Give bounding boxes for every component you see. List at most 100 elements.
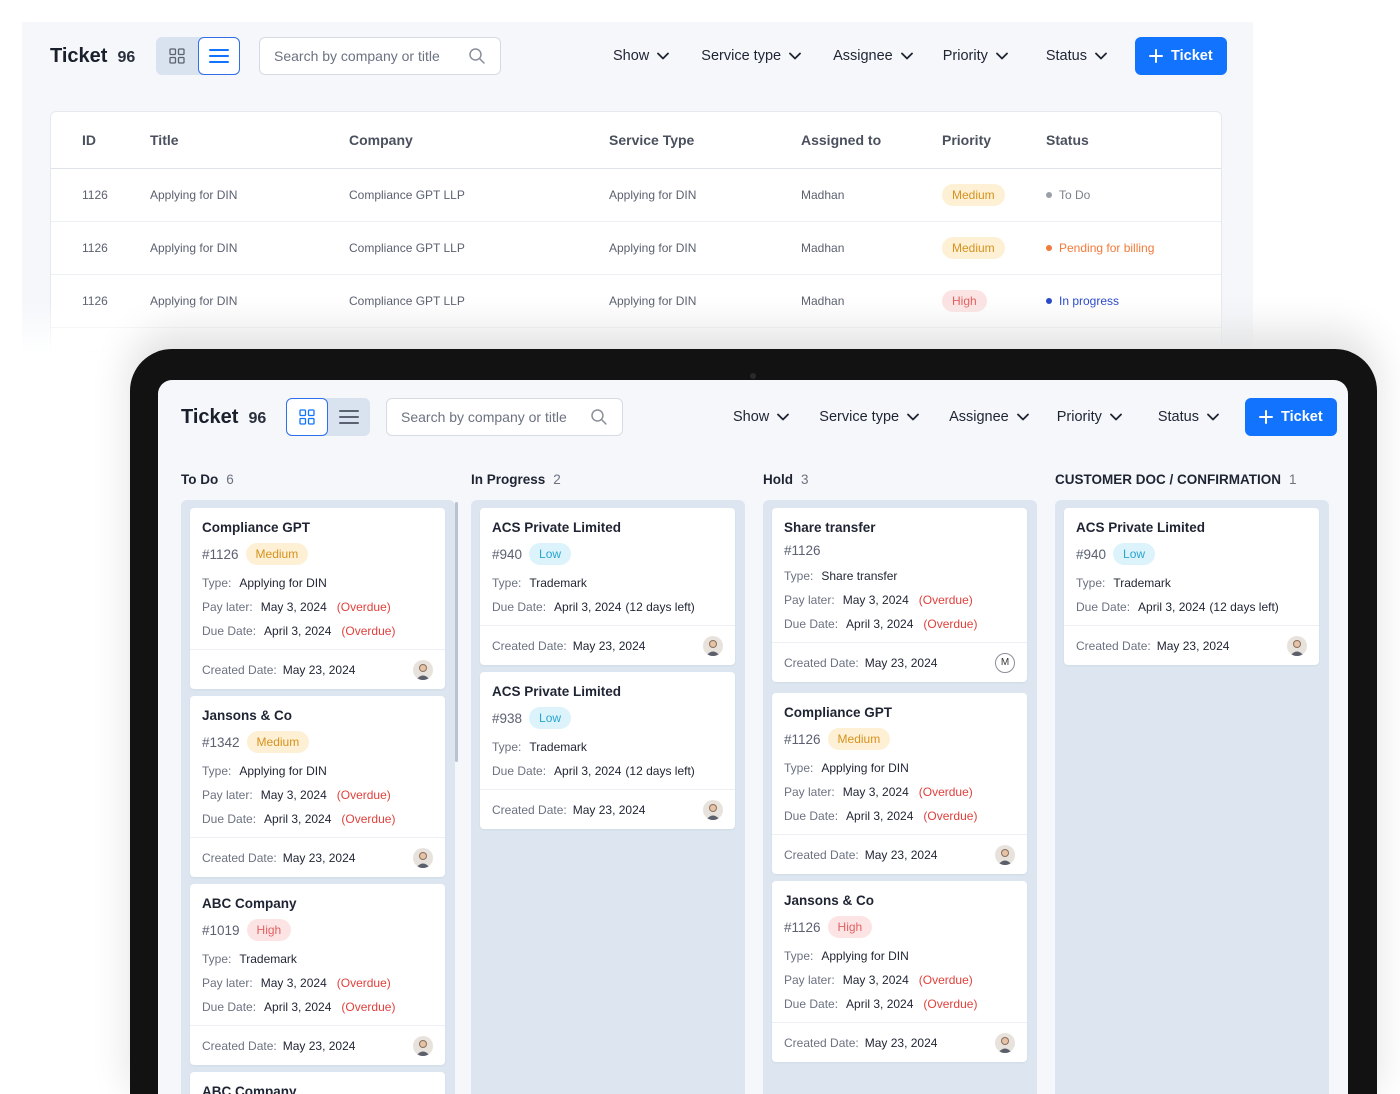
add-ticket-button[interactable]: Ticket	[1245, 398, 1337, 436]
chevron-down-icon	[657, 52, 670, 60]
created-date-label: Created Date:	[784, 847, 859, 862]
column-name: In Progress	[471, 472, 546, 487]
search-icon[interactable]	[468, 47, 486, 65]
ticket-card[interactable]: Share transfer #1126 Type: Share transfer…	[772, 508, 1027, 682]
filter-service-type[interactable]: Service type	[819, 409, 919, 425]
status-dot	[1046, 298, 1052, 304]
card-company: Jansons & Co	[784, 893, 875, 908]
filter-status[interactable]: Status	[1158, 409, 1219, 425]
card-created-date: May 23, 2024	[1156, 638, 1230, 653]
ticket-card[interactable]: ACS Private Limited #938 Low Type: Tradema…	[480, 672, 735, 829]
avatar[interactable]	[413, 847, 433, 868]
created-date-label: Created Date:	[492, 802, 567, 817]
ticket-count: 96	[248, 409, 267, 427]
card-due-date: April 3, 2024	[846, 617, 914, 631]
avatar[interactable]	[1287, 635, 1307, 656]
pay-later-label: Pay later:	[202, 976, 253, 990]
card-company: ACS Private Limited	[492, 684, 622, 699]
ticket-card[interactable]: ACS Private Limited #940 Low Type: Tradema…	[1064, 508, 1319, 665]
column-scrollbar[interactable]	[455, 502, 458, 762]
card-created-date: May 23, 2024	[864, 655, 938, 670]
type-label: Type:	[784, 761, 814, 775]
list-view-button[interactable]	[328, 398, 370, 436]
search-icon[interactable]	[590, 408, 608, 426]
card-due-date: April 3, 2024	[264, 1000, 332, 1014]
filter-service-type[interactable]: Service type	[701, 48, 801, 64]
avatar[interactable]	[995, 1032, 1015, 1053]
add-ticket-button[interactable]: Ticket	[1135, 37, 1227, 75]
filter-status[interactable]: Status	[1046, 48, 1107, 64]
table-row[interactable]: 1126 Applying for DIN Compliance GPT LLP…	[51, 275, 1221, 328]
ticket-card[interactable]: Compliance GPT #1126 Medium Type: Applying…	[190, 508, 445, 689]
type-label: Type:	[492, 740, 522, 754]
table-header-row: ID Title Company Service Type Assigned t…	[51, 112, 1221, 169]
card-id: #1126	[784, 543, 821, 558]
ticket-card[interactable]: Compliance GPT #1126 Medium Type: Applying…	[772, 693, 1027, 874]
grid-icon	[299, 409, 315, 425]
cell-company: Compliance GPT LLP	[349, 241, 465, 255]
filter-priority[interactable]: Priority	[1057, 409, 1122, 425]
cell-id: 1126	[82, 241, 108, 255]
filter-show[interactable]: Show	[733, 409, 790, 425]
filter-bar: Show Service type Assignee Priority Stat…	[613, 37, 1107, 75]
chevron-down-icon	[1207, 413, 1219, 421]
table-row[interactable]: 1126 Applying for DIN Compliance GPT LLP…	[51, 169, 1221, 222]
card-type: Trademark	[1113, 576, 1171, 590]
card-id: #938	[492, 710, 523, 726]
filter-show[interactable]: Show	[613, 48, 670, 64]
card-pay-later: May 3, 2024	[260, 788, 327, 802]
ticket-card[interactable]: Jansons & Co #1342 Medium Type: Applying f…	[190, 696, 445, 877]
type-label: Type:	[1076, 576, 1106, 590]
card-due-date: April 3, 2024	[264, 812, 332, 826]
assignee-initial-avatar[interactable]: M	[995, 652, 1015, 673]
overdue-tag: (Overdue)	[336, 976, 391, 990]
overdue-tag: (Overdue)	[923, 997, 978, 1011]
card-company: ABC Company	[202, 896, 297, 911]
ticket-card[interactable]: ACS Private Limited #940 Low Type: Tradema…	[480, 508, 735, 665]
table-row[interactable]: 1126 Applying for DIN Compliance GPT LLP…	[51, 222, 1221, 275]
filter-assignee[interactable]: Assignee	[949, 409, 1029, 425]
column-header-priority[interactable]: Priority	[942, 112, 991, 168]
board-view-button[interactable]	[286, 398, 328, 436]
filter-label: Status	[1157, 409, 1199, 425]
filter-priority[interactable]: Priority	[943, 48, 1008, 64]
type-label: Type:	[784, 949, 814, 963]
view-toggle	[156, 37, 240, 75]
page-title: Ticket	[181, 405, 239, 428]
status-text: To Do	[1059, 188, 1091, 202]
board-view-button[interactable]	[156, 37, 198, 75]
pay-later-label: Pay later:	[784, 973, 835, 987]
avatar[interactable]	[995, 844, 1015, 865]
column-header-title[interactable]: Title	[150, 112, 179, 168]
chevron-down-icon	[789, 52, 801, 60]
column-in-progress: ACS Private Limited #940 Low Type: Tradema…	[471, 500, 745, 1094]
ticket-card[interactable]: ABC Company	[190, 1072, 445, 1094]
ticket-card[interactable]: Jansons & Co #1126 High Type: Applying for…	[772, 881, 1027, 1062]
column-header-status[interactable]: Status	[1046, 112, 1089, 168]
overdue-tag: (Overdue)	[923, 617, 978, 631]
filter-assignee[interactable]: Assignee	[833, 48, 913, 64]
cell-title: Applying for DIN	[150, 241, 238, 255]
column-header-assigned-to[interactable]: Assigned to	[801, 112, 881, 168]
search-box	[259, 37, 501, 75]
card-created-date: May 23, 2024	[864, 847, 938, 862]
column-title-todo: To Do 6	[181, 472, 234, 487]
overdue-tag: (Overdue)	[341, 624, 396, 638]
avatar[interactable]	[413, 659, 433, 680]
add-ticket-label: Ticket	[1281, 409, 1323, 425]
avatar[interactable]	[703, 635, 723, 656]
overdue-tag: (Overdue)	[918, 973, 973, 987]
column-header-service-type[interactable]: Service Type	[609, 112, 694, 168]
avatar[interactable]	[703, 799, 723, 820]
ticket-card[interactable]: ABC Company #1019 High Type: Trademark Pay…	[190, 884, 445, 1065]
priority-badge: High	[827, 916, 873, 938]
column-header-company[interactable]: Company	[349, 112, 413, 168]
column-header-id[interactable]: ID	[82, 112, 96, 168]
card-company: Share transfer	[784, 520, 876, 535]
avatar[interactable]	[413, 1035, 433, 1056]
due-date-label: Due Date:	[492, 764, 547, 778]
due-date-label: Due Date:	[492, 600, 547, 614]
list-view-button[interactable]	[198, 37, 240, 75]
search-input[interactable]	[274, 48, 464, 64]
search-input[interactable]	[401, 409, 591, 425]
